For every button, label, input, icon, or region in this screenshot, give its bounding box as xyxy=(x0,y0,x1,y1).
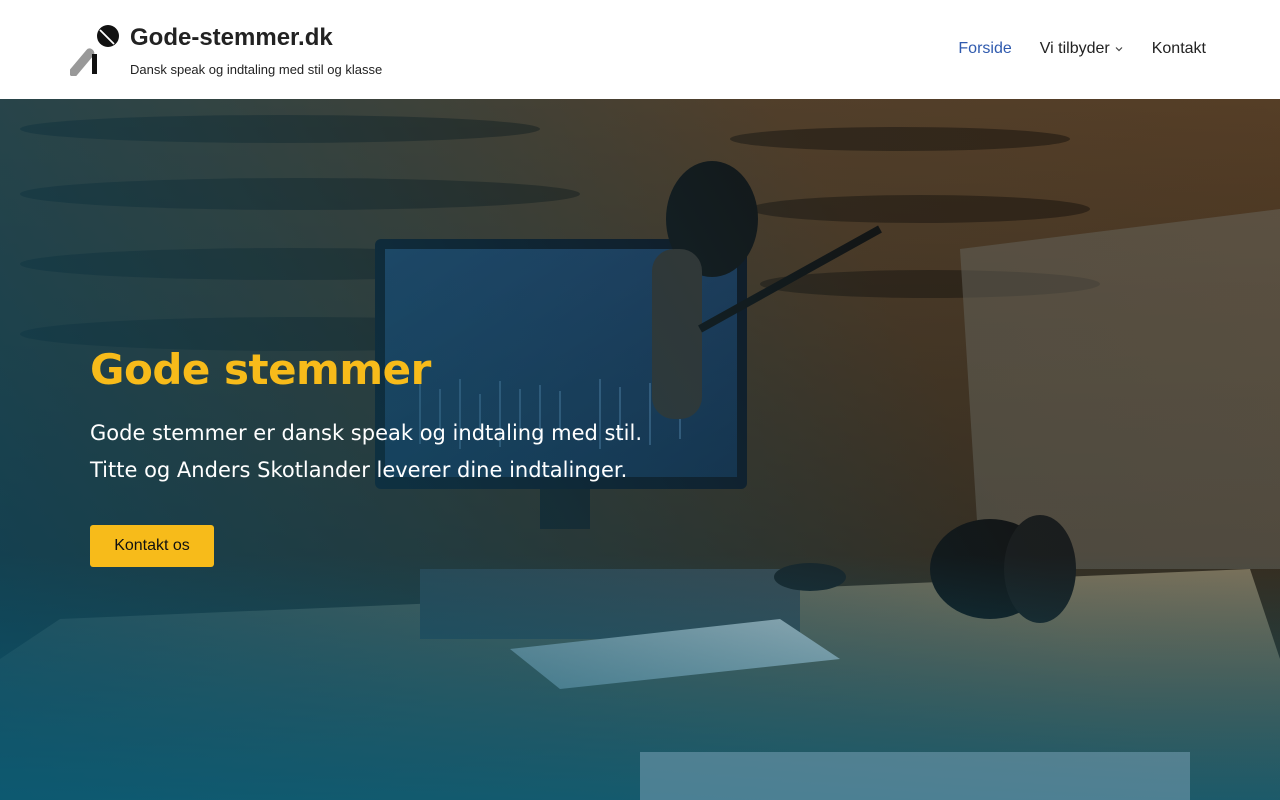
nav-item-forside[interactable]: Forside xyxy=(958,40,1011,58)
site-logo-link[interactable] xyxy=(70,24,130,76)
hero-section: Gode stemmer Gode stemmer er dansk speak… xyxy=(0,99,1280,800)
nav-item-label: Forside xyxy=(958,40,1012,57)
site-title[interactable]: Gode-stemmer.dk xyxy=(130,24,333,52)
chevron-down-icon xyxy=(1115,47,1123,52)
hero-title: Gode stemmer xyxy=(90,345,431,394)
hero-text-line-2: Titte og Anders Skotlander leverer dine … xyxy=(90,458,628,482)
nav-item-vi-tilbyder[interactable]: Vi tilbyder xyxy=(1040,40,1124,58)
main-nav: Forside Vi tilbyder Kontakt xyxy=(930,40,1206,58)
nav-item-label: Kontakt xyxy=(1151,40,1206,57)
hero-text-line-1: Gode stemmer er dansk speak og indtaling… xyxy=(90,421,643,445)
microphone-icon xyxy=(70,25,119,76)
site-tagline: Dansk speak og indtaling med stil og kla… xyxy=(130,62,383,77)
contact-us-button[interactable]: Kontakt os xyxy=(90,525,214,567)
nav-item-label: Vi tilbyder xyxy=(1039,40,1110,57)
nav-item-kontakt[interactable]: Kontakt xyxy=(1152,40,1206,58)
site-header: Gode-stemmer.dk Dansk speak og indtaling… xyxy=(0,0,1280,99)
info-card xyxy=(640,752,1190,800)
hero-overlay-bottom xyxy=(0,99,1280,800)
